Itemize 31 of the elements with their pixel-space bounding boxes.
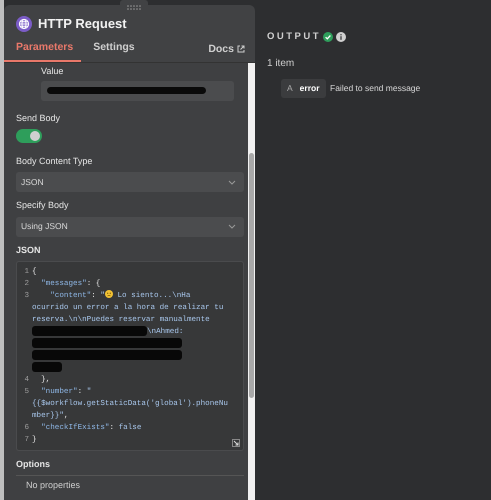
scrollbar[interactable] [248, 63, 255, 500]
panel-title: OUTPUT [267, 30, 322, 44]
tab[interactable]: Settings [81, 38, 143, 62]
chevron-down-icon [228, 224, 236, 230]
empty-message: No properties [25, 478, 82, 492]
redaction-scribble [32, 362, 62, 372]
node-title: HTTP Request [38, 15, 127, 33]
select-field[interactable]: JSON [16, 172, 244, 192]
success-check-icon [323, 32, 334, 42]
drag-handle[interactable] [120, 0, 148, 8]
globe-icon [16, 16, 32, 32]
toggle-switch[interactable] [16, 129, 42, 144]
external-link-icon [237, 45, 245, 54]
key-label: error [300, 82, 320, 95]
field-label: Value [41, 65, 64, 78]
sad-face-emoji-icon [104, 290, 113, 298]
output-value: Failed to send message [330, 82, 420, 95]
field-label: Send Body [16, 112, 62, 125]
info-icon[interactable] [336, 32, 346, 42]
section-title: Options [16, 458, 51, 472]
item-count: 1 item [267, 57, 296, 72]
select-field[interactable]: Using JSON [16, 216, 244, 237]
docs-link[interactable]: Docs [208, 42, 245, 62]
field-label: Specify Body [16, 199, 70, 212]
code-editor[interactable] [16, 261, 244, 452]
chevron-down-icon [228, 180, 236, 185]
resize-handle-icon[interactable] [232, 439, 240, 448]
field-label: JSON [16, 244, 42, 257]
type-label: A [287, 82, 293, 95]
input-field[interactable] [41, 80, 234, 101]
field-label: Body Content Type [16, 154, 94, 168]
